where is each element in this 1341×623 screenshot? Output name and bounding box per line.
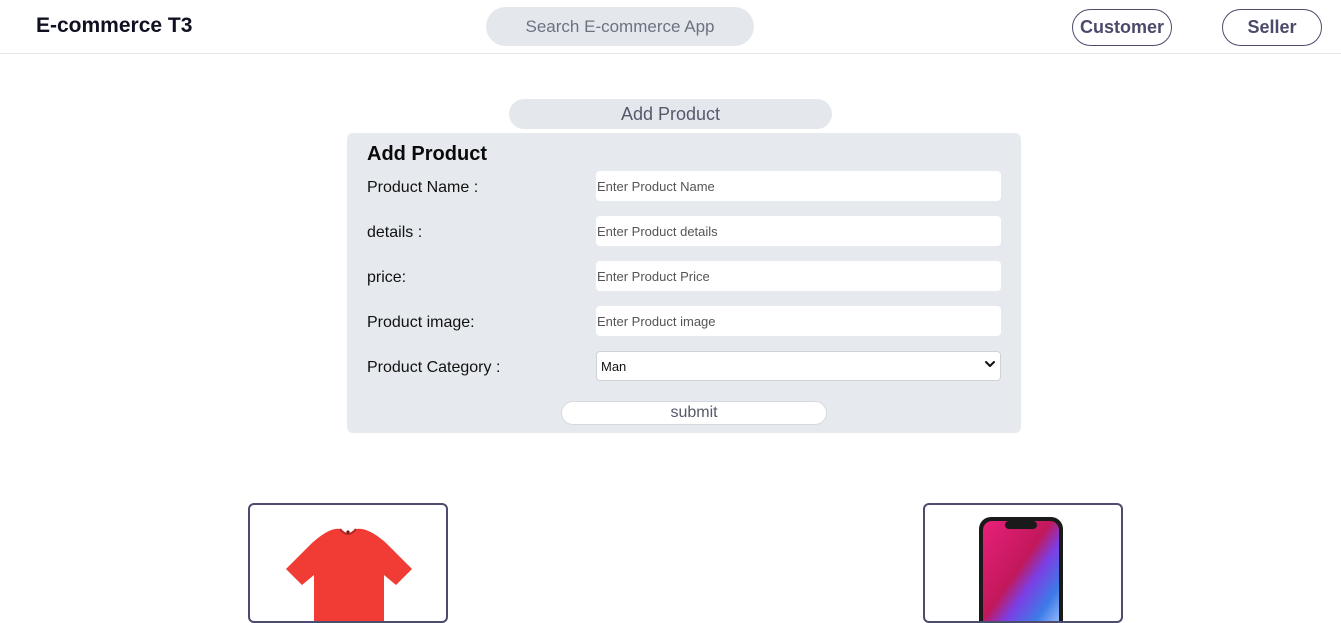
form-title: Add Product [367,143,487,165]
submit-button[interactable]: submit [561,401,827,425]
details-label: details : [367,224,423,241]
product-category-select[interactable]: Man [596,351,1001,381]
brand-title[interactable]: E-commerce T3 [36,14,192,38]
product-name-input[interactable] [596,171,1001,201]
chevron-down-icon [985,361,995,367]
customer-button[interactable]: Customer [1072,9,1172,46]
product-image-label: Product image: [367,314,475,331]
product-card[interactable] [923,503,1123,623]
search-input[interactable] [486,7,754,46]
smartphone-icon [979,517,1063,621]
details-input[interactable] [596,216,1001,246]
top-navbar: E-commerce T3 Customer Seller [0,0,1341,54]
product-card[interactable] [248,503,448,623]
price-input[interactable] [596,261,1001,291]
seller-button[interactable]: Seller [1222,9,1322,46]
product-name-label: Product Name : [367,179,479,196]
add-product-form: Add Product Product Name : details : pri… [347,133,1021,433]
product-image-input[interactable] [596,306,1001,336]
price-label: price: [367,269,407,286]
category-selected-value: Man [601,359,627,374]
add-product-toggle-button[interactable]: Add Product [509,99,832,129]
product-category-label: Product Category : [367,359,501,376]
tshirt-icon [286,528,412,621]
